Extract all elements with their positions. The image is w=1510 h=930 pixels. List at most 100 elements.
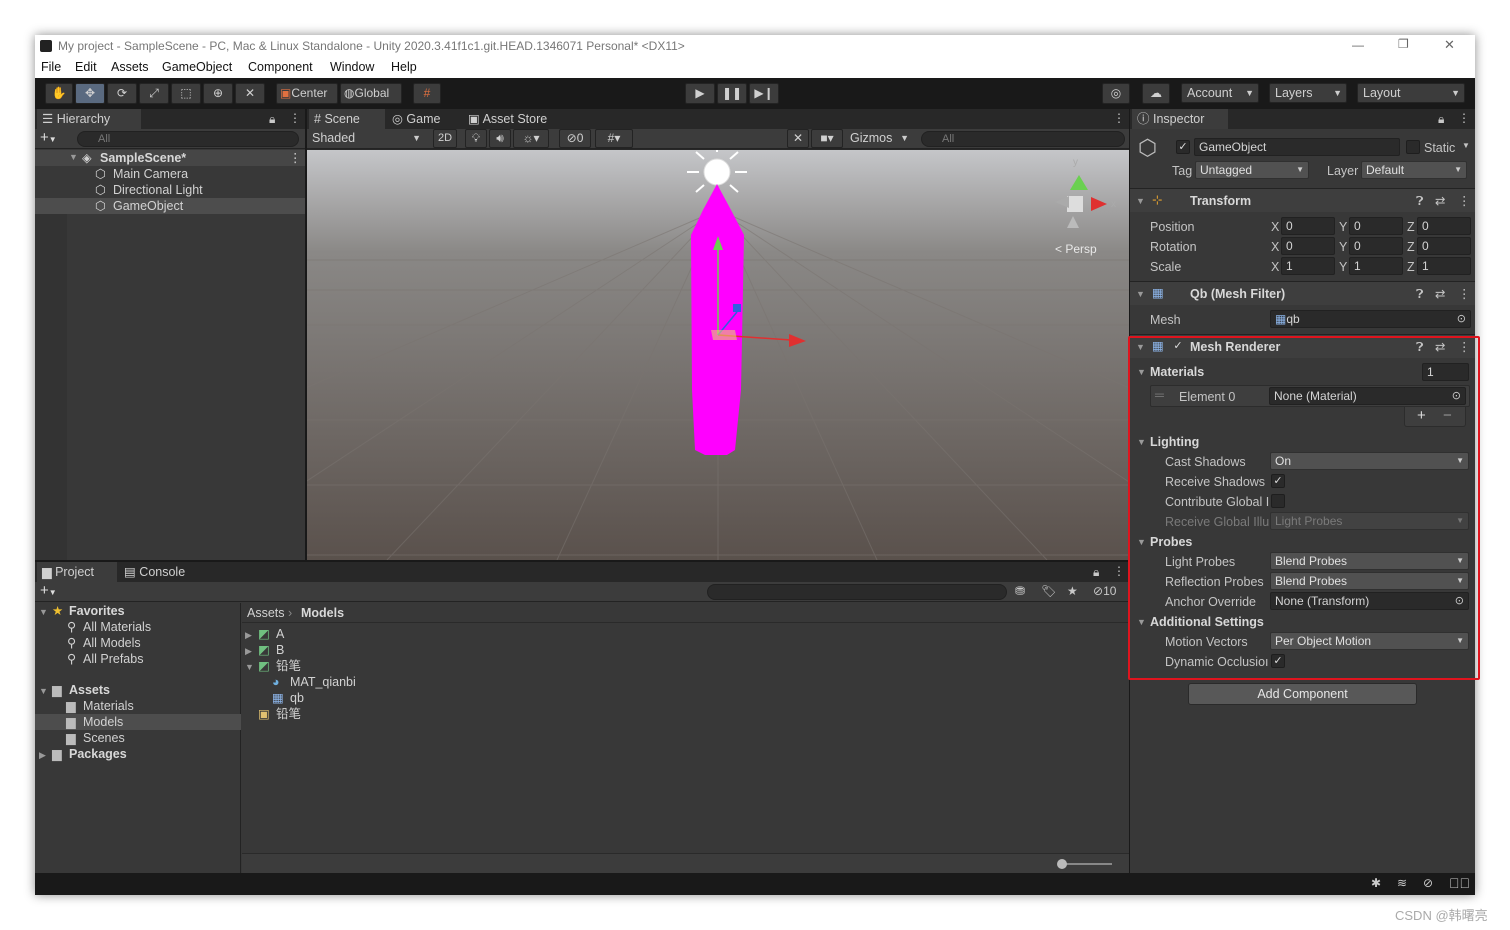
lock-icon[interactable]: 🔒︎ [1438, 112, 1444, 127]
favorite-star-icon[interactable]: ★ [1067, 584, 1078, 598]
layer-dropdown[interactable]: Default ▼ [1361, 161, 1467, 179]
tab-inspector[interactable]: ⓘ Inspector [1132, 109, 1228, 129]
collab-icon[interactable]: ◎ [1102, 83, 1130, 104]
more-menu-icon[interactable]: ⋮ [289, 111, 301, 125]
hierarchy-item-directional-light[interactable]: ⬡ Directional Light [35, 182, 305, 198]
tab-asset-store[interactable]: ▣ Asset Store [463, 109, 573, 129]
project-search-input[interactable] [707, 584, 1007, 600]
project-file[interactable]: A [276, 626, 284, 642]
mesh-filter-header[interactable]: ▼ ▦ Qb (Mesh Filter) ❓︎ ⇄ ⋮ [1130, 281, 1475, 305]
scale-tool-button[interactable]: ⤢ [139, 83, 169, 104]
help-icon[interactable]: ❓︎ [1416, 287, 1424, 302]
rotate-tool-button[interactable]: ⟳ [107, 83, 137, 104]
transform-tool-button[interactable]: ⊕ [203, 83, 233, 104]
fold-arrow-icon[interactable]: ▶ [39, 750, 46, 761]
asset-folder-item-selected[interactable]: ▆ Models [35, 714, 241, 730]
position-x-field[interactable]: 0 [1281, 217, 1335, 235]
favorite-item[interactable]: All Prefabs [83, 651, 143, 667]
help-icon[interactable]: ❓︎ [1416, 194, 1424, 209]
move-tool-button[interactable]: ✥ [75, 83, 105, 104]
scale-x-field[interactable]: 1 [1281, 257, 1335, 275]
pivot-center-button[interactable]: ▣Center [276, 83, 338, 104]
fold-arrow-icon[interactable]: ▼ [245, 662, 254, 672]
fold-arrow-icon[interactable]: ▼ [69, 152, 78, 162]
fold-arrow-icon[interactable]: ▼ [39, 607, 48, 617]
tag-dropdown[interactable]: Untagged ▼ [1195, 161, 1309, 179]
transform-header[interactable]: ▼ ⊹ Transform ❓︎ ⇄ ⋮ [1130, 188, 1475, 212]
custom-tool-button[interactable]: ✕ [235, 83, 265, 104]
hierarchy-item-gameobject[interactable]: ⬡ GameObject [35, 198, 305, 214]
tab-hierarchy[interactable]: ☰ Hierarchy [37, 109, 141, 129]
tab-project[interactable]: ▆ Project [37, 562, 117, 582]
tab-scene[interactable]: # Scene [309, 109, 385, 129]
hierarchy-scene-row[interactable]: ▼ ◈ SampleScene* ⋮ [35, 150, 305, 166]
favorite-item[interactable]: All Materials [83, 619, 151, 635]
menu-component[interactable]: Component [248, 60, 313, 74]
project-file[interactable]: 铅笔 [276, 706, 301, 722]
hidden-packages-toggle[interactable]: ⊘10 [1093, 584, 1116, 598]
shading-mode-dropdown[interactable]: Shaded ▼ [307, 129, 425, 149]
play-button[interactable]: ▶ [685, 83, 715, 104]
tab-game[interactable]: ◎ Game [387, 109, 461, 129]
close-button[interactable]: ✕ [1444, 37, 1455, 53]
favorite-item[interactable]: All Models [83, 635, 141, 651]
object-picker-icon[interactable]: ⊙ [1457, 311, 1466, 327]
component-menu-icon[interactable]: ⋮ [1458, 193, 1471, 208]
grid-snap-button[interactable]: # [413, 83, 441, 104]
project-file[interactable]: 铅笔 [276, 658, 301, 674]
mode-2d-toggle[interactable]: 2D [433, 129, 457, 148]
menu-gameobject[interactable]: GameObject [162, 60, 232, 74]
bug-icon[interactable]: ✱ [1371, 876, 1381, 890]
account-dropdown[interactable]: Account ▼ [1181, 83, 1259, 103]
position-y-field[interactable]: 0 [1349, 217, 1403, 235]
perspective-label[interactable]: < Persp [1055, 242, 1097, 256]
fold-arrow-icon[interactable]: ▼ [1136, 289, 1145, 299]
static-checkbox[interactable] [1406, 140, 1420, 154]
asset-folder-item[interactable]: Materials [83, 698, 134, 714]
icon-size-slider-handle[interactable] [1057, 859, 1067, 869]
rotation-x-field[interactable]: 0 [1281, 237, 1335, 255]
favorites-label[interactable]: Favorites [69, 603, 125, 619]
pause-button[interactable]: ❚❚ [717, 83, 747, 104]
effects-toggle-icon[interactable]: ☼▾ [513, 129, 549, 148]
cloud-icon[interactable]: ☁ [1142, 83, 1170, 104]
minimize-button[interactable]: — [1352, 38, 1364, 52]
filter-label-icon[interactable]: 🏷︎ [1041, 584, 1056, 598]
create-add-button[interactable]: +▼ [40, 129, 57, 146]
rotation-y-field[interactable]: 0 [1349, 237, 1403, 255]
scale-z-field[interactable]: 1 [1417, 257, 1471, 275]
rect-tool-button[interactable]: ⬚ [171, 83, 201, 104]
project-file[interactable]: qb [290, 690, 304, 706]
more-menu-icon[interactable]: ⋮ [1458, 111, 1470, 125]
project-file[interactable]: B [276, 642, 284, 658]
scene-menu-icon[interactable]: ⋮ [289, 150, 302, 166]
layers-dropdown[interactable]: Layers ▼ [1269, 83, 1347, 103]
menu-file[interactable]: File [41, 60, 61, 74]
global-space-button[interactable]: ◍Global [340, 83, 402, 104]
menu-help[interactable]: Help [391, 60, 417, 74]
add-component-button[interactable]: Add Component [1188, 683, 1417, 705]
grid-toggle-icon[interactable]: #▾ [595, 129, 633, 148]
asset-folder-item[interactable]: Scenes [83, 730, 125, 746]
menu-assets[interactable]: Assets [111, 60, 149, 74]
tools-icon[interactable]: ✕ [787, 129, 809, 148]
menu-window[interactable]: Window [330, 60, 374, 74]
packages-label[interactable]: Packages [69, 746, 127, 762]
lighting-toggle-icon[interactable]: 💡︎ [465, 129, 487, 148]
scene-search-input[interactable]: All [921, 131, 1125, 147]
cache-server-icon[interactable]: ≋ [1397, 876, 1407, 890]
position-z-field[interactable]: 0 [1417, 217, 1471, 235]
breadcrumb-models[interactable]: Models [301, 605, 344, 621]
fold-arrow-icon[interactable]: ▶ [245, 630, 252, 641]
progress-icon[interactable]: ⊘ [1423, 876, 1433, 890]
scene-viewport[interactable]: y x < Persp [307, 150, 1129, 560]
static-chevron-down-icon[interactable]: ▼ [1462, 141, 1470, 150]
camera-settings-icon[interactable]: ■▾ [811, 129, 843, 148]
mesh-object-field[interactable]: ▦qb ⊙ [1270, 310, 1471, 328]
layout-dropdown[interactable]: Layout ▼ [1357, 83, 1465, 103]
audio-toggle-icon[interactable]: 🔊︎ [489, 129, 511, 148]
gameobject-name-field[interactable]: GameObject [1194, 138, 1400, 156]
lock-icon[interactable]: 🔒︎ [269, 112, 275, 127]
more-menu-icon[interactable]: ⋮ [1113, 564, 1125, 578]
fold-arrow-icon[interactable]: ▼ [39, 686, 48, 696]
